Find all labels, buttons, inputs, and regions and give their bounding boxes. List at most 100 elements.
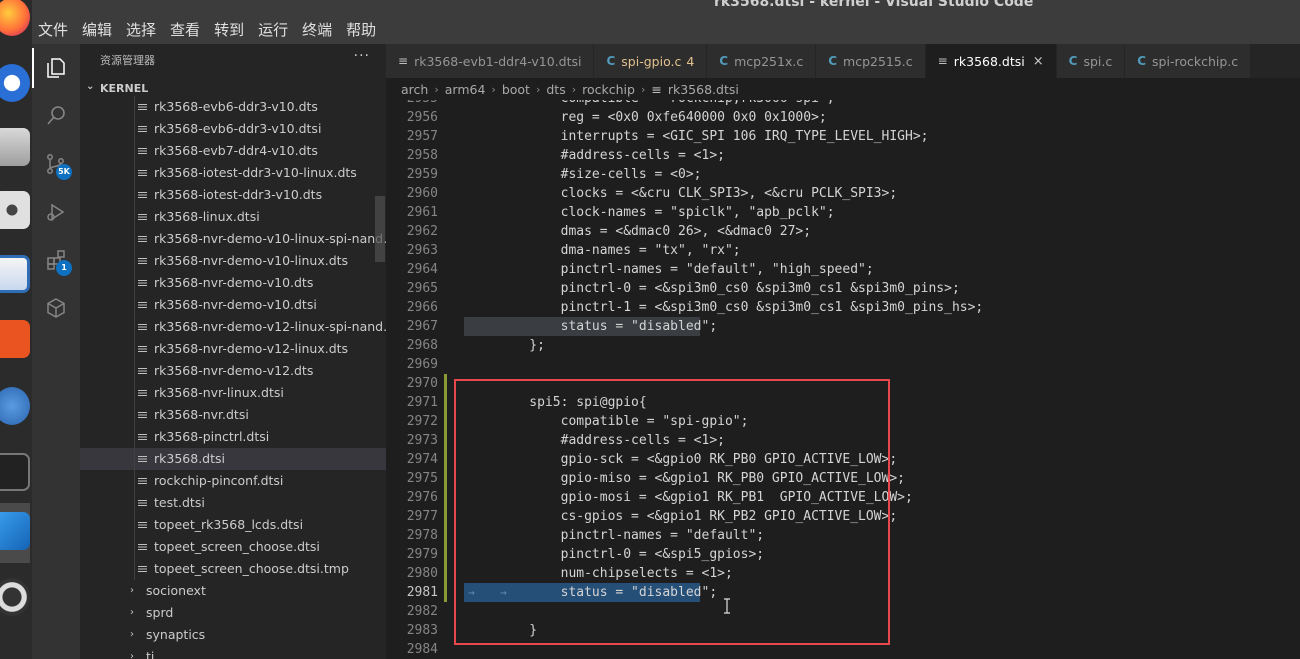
code-line[interactable]: 2957 interrupts = <GIC_SPI 106 IRQ_TYPE_… — [386, 127, 1300, 146]
line-number: 2962 — [406, 224, 438, 239]
tree-file[interactable]: rk3568-evb6-ddr3-v10.dts — [80, 96, 386, 118]
indent-guide — [134, 184, 135, 206]
menu-go[interactable]: 转到 — [214, 19, 244, 40]
indent-guide — [134, 448, 135, 470]
tree-file[interactable]: rk3568-nvr-demo-v12-linux.dts — [80, 338, 386, 360]
more-actions-icon[interactable]: ··· — [354, 48, 370, 64]
tree-file[interactable]: rk3568.dtsi — [80, 448, 386, 470]
extensions-icon[interactable]: 1 — [32, 236, 80, 284]
menu-selection[interactable]: 选择 — [126, 19, 156, 40]
breadcrumb-item[interactable]: dts — [546, 82, 565, 97]
software-center-icon[interactable] — [0, 320, 30, 358]
line-number: 2973 — [406, 433, 438, 448]
c-icon: C — [719, 54, 729, 68]
tree-file[interactable]: rk3568-evb6-ddr3-v10.dtsi — [80, 118, 386, 140]
tree-folder[interactable]: › ti — [80, 646, 386, 659]
disk-icon[interactable] — [0, 191, 30, 229]
breadcrumb-item[interactable]: arm64 — [445, 82, 486, 97]
editor-tab[interactable]: Cspi-rockchip.c — [1125, 44, 1252, 78]
tree-file[interactable]: rk3568-nvr-demo-v12.dts — [80, 360, 386, 382]
code-line[interactable]: 2958 #address-cells = <1>; — [386, 146, 1300, 165]
tree-file[interactable]: rk3568-iotest-ddr3-v10.dts — [80, 184, 386, 206]
tree-folder[interactable]: › synaptics — [80, 624, 386, 646]
update-icon[interactable] — [0, 578, 30, 616]
code-line[interactable]: 2968 }; — [386, 336, 1300, 355]
breadcrumb-item[interactable]: rk3568.dtsi — [668, 82, 739, 97]
code-line[interactable]: 2963 dma-names = "tx", "rx"; — [386, 241, 1300, 260]
run-debug-icon[interactable] — [32, 188, 80, 236]
lines-icon: ≡ — [651, 81, 662, 97]
indent-guide — [134, 272, 135, 294]
search-icon[interactable] — [32, 92, 80, 140]
tree-file[interactable]: rk3568-nvr-demo-v10-linux-spi-nand.... — [80, 228, 386, 250]
indent-guide — [134, 250, 135, 272]
tree-file[interactable]: topeet_screen_choose.dtsi — [80, 536, 386, 558]
breadcrumb-item[interactable]: boot — [502, 82, 530, 97]
editor-tab[interactable]: Cmcp2515.c — [816, 44, 926, 78]
close-icon[interactable]: × — [1033, 54, 1044, 69]
tree-file[interactable]: rk3568-pinctrl.dtsi — [80, 426, 386, 448]
tree-file[interactable]: rk3568-nvr-demo-v10.dts — [80, 272, 386, 294]
code-text: pinctrl-0 = <&spi3m0_cs0 &spi3m0_cs1 &sp… — [498, 281, 960, 296]
menu-edit[interactable]: 编辑 — [82, 19, 112, 40]
tree-file[interactable]: topeet_rk3568_lcds.dtsi — [80, 514, 386, 536]
breadcrumb-item[interactable]: arch — [401, 82, 428, 97]
line-number: 2966 — [406, 300, 438, 315]
code-line[interactable]: 2959 #size-cells = <0>; — [386, 165, 1300, 184]
code-line[interactable]: 2961 clock-names = "spiclk", "apb_pclk"; — [386, 203, 1300, 222]
help-icon[interactable] — [0, 387, 30, 425]
tree-file[interactable]: rk3568-nvr-demo-v10.dtsi — [80, 294, 386, 316]
tree-file[interactable]: rk3568-linux.dtsi — [80, 206, 386, 228]
code-line[interactable]: 2956 reg = <0x0 0xfe640000 0x0 0x1000>; — [386, 108, 1300, 127]
menu-help[interactable]: 帮助 — [346, 19, 376, 40]
code-line[interactable]: 2955 compatible = "rockchip,rk3066-spi"; — [386, 100, 1300, 108]
code-line[interactable]: 2969 — [386, 355, 1300, 374]
terminal-icon[interactable] — [0, 453, 30, 491]
document-icon[interactable] — [0, 255, 30, 293]
menu-run[interactable]: 运行 — [258, 19, 288, 40]
editor-tab[interactable]: ≡ rk3568.dtsi × — [925, 44, 1057, 78]
indent-guide — [134, 140, 135, 162]
remote-explorer-icon[interactable] — [32, 284, 80, 332]
indent-guide — [134, 558, 135, 580]
tree-item-label: rk3568-nvr-demo-v12.dts — [154, 363, 314, 378]
code-line[interactable]: 2967 status = "disabled"; — [386, 317, 1300, 336]
menu-file[interactable]: 文件 — [38, 19, 68, 40]
editor-tab[interactable]: ≡ rk3568-evb1-ddr4-v10.dtsi — [386, 44, 595, 78]
line-number: 2963 — [406, 243, 438, 258]
tree-file[interactable]: rockchip-pinconf.dtsi — [80, 470, 386, 492]
vscode-icon[interactable] — [0, 512, 30, 550]
chevron-right-icon: › — [130, 651, 134, 659]
code-line[interactable]: 2965 pinctrl-0 = <&spi3m0_cs0 &spi3m0_cs… — [386, 279, 1300, 298]
tree-file[interactable]: topeet_screen_choose.dtsi.tmp — [80, 558, 386, 580]
browser-icon[interactable] — [0, 64, 30, 102]
tree-file[interactable]: rk3568-evb7-ddr4-v10.dts — [80, 140, 386, 162]
source-control-icon[interactable]: 5K — [32, 140, 80, 188]
tree-folder[interactable]: › socionext — [80, 580, 386, 602]
tree-file[interactable]: rk3568-iotest-ddr3-v10-linux.dts — [80, 162, 386, 184]
tree-file[interactable]: rk3568-nvr.dtsi — [80, 404, 386, 426]
code-line[interactable]: 2966 pinctrl-1 = <&spi3m0_cs0 &spi3m0_cs… — [386, 298, 1300, 317]
files-icon[interactable] — [0, 128, 30, 166]
code-text: reg = <0x0 0xfe640000 0x0 0x1000>; — [498, 110, 827, 125]
tree-file[interactable]: test.dtsi — [80, 492, 386, 514]
code-line[interactable]: 2962 dmas = <&dmac0 26>, <&dmac0 27>; — [386, 222, 1300, 241]
file-lines-icon — [138, 236, 147, 242]
indent-guide — [134, 162, 135, 184]
tree-folder[interactable]: › sprd — [80, 602, 386, 624]
menu-terminal[interactable]: 终端 — [302, 19, 332, 40]
breadcrumb-item[interactable]: rockchip — [582, 82, 635, 97]
sidebar-scrollbar[interactable] — [375, 196, 385, 262]
tree-file[interactable]: rk3568-nvr-linux.dtsi — [80, 382, 386, 404]
tree-file[interactable]: rk3568-nvr-demo-v12-linux-spi-nand.... — [80, 316, 386, 338]
editor-tab[interactable]: Cmcp251x.c — [707, 44, 817, 78]
code-line[interactable]: 2964 pinctrl-names = "default", "high_sp… — [386, 260, 1300, 279]
editor-tab[interactable]: Cspi-gpio.c 4 — [594, 44, 708, 78]
firefox-icon[interactable] — [0, 0, 30, 36]
editor-tab[interactable]: Cspi.c — [1056, 44, 1126, 78]
menu-view[interactable]: 查看 — [170, 19, 200, 40]
code-line[interactable]: 2960 clocks = <&cru CLK_SPI3>, <&cru PCL… — [386, 184, 1300, 203]
tree-file[interactable]: rk3568-nvr-demo-v10-linux.dts — [80, 250, 386, 272]
indent-guide — [134, 492, 135, 514]
explorer-icon[interactable] — [32, 44, 80, 92]
